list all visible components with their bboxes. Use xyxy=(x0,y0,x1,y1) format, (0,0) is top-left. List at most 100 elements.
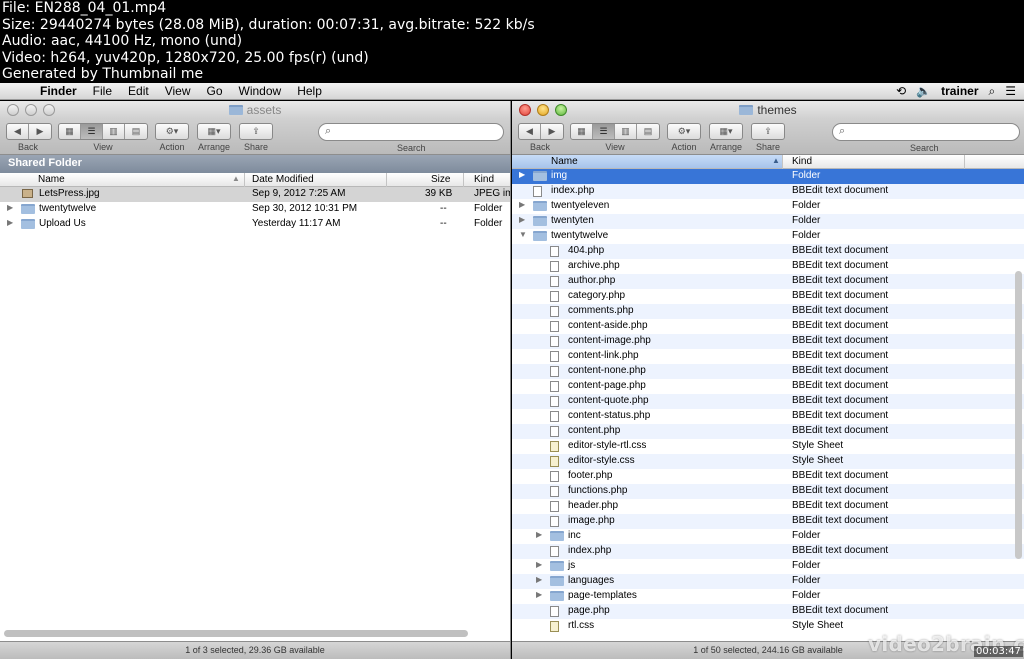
list-item[interactable]: content-status.php BBEdit text document xyxy=(512,409,1024,424)
spotlight-icon[interactable]: ⌕ xyxy=(989,84,996,99)
disclosure-triangle-icon[interactable]: ▶ xyxy=(536,560,542,569)
list-item[interactable]: editor-style.css Style Sheet xyxy=(512,454,1024,469)
list-item[interactable]: index.php BBEdit text document xyxy=(512,184,1024,199)
list-item[interactable]: author.php BBEdit text document xyxy=(512,274,1024,289)
file-name: content.php xyxy=(568,425,621,436)
column-view-button[interactable]: ▥ xyxy=(615,124,637,139)
notification-list-icon[interactable]: ☰ xyxy=(1005,84,1016,98)
sort-indicator-icon: ▲ xyxy=(772,156,780,165)
share-icon[interactable]: ⇪ xyxy=(752,124,784,139)
disclosure-triangle-icon[interactable]: ▶ xyxy=(519,200,525,209)
list-item[interactable]: content-none.php BBEdit text document xyxy=(512,364,1024,379)
disclosure-triangle-icon[interactable]: ▶ xyxy=(7,218,13,227)
user-menu[interactable]: trainer xyxy=(941,84,978,98)
arrange-icon[interactable]: ▦▾ xyxy=(198,124,230,139)
list-item[interactable]: ▶ page-templates Folder xyxy=(512,589,1024,604)
disclosure-triangle-icon[interactable]: ▶ xyxy=(519,215,525,224)
file-name: functions.php xyxy=(568,485,628,496)
list-item[interactable]: archive.php BBEdit text document xyxy=(512,259,1024,274)
forward-button[interactable]: ▶ xyxy=(29,124,51,139)
window-titlebar[interactable]: assets xyxy=(0,101,510,119)
icon-view-button[interactable]: ▦ xyxy=(571,124,593,139)
list-item[interactable]: content-aside.php BBEdit text document xyxy=(512,319,1024,334)
column-kind[interactable]: Kind xyxy=(792,156,812,167)
list-view-button[interactable]: ☰ xyxy=(81,124,103,139)
search-input[interactable]: ⌕ xyxy=(832,123,1020,141)
column-kind[interactable]: Kind xyxy=(474,174,494,185)
search-icon: ⌕ xyxy=(839,125,846,137)
file-kind: Folder xyxy=(792,230,821,241)
list-item[interactable]: content.php BBEdit text document xyxy=(512,424,1024,439)
list-item[interactable]: page.php BBEdit text document xyxy=(512,604,1024,619)
menu-app-finder[interactable]: Finder xyxy=(32,84,85,98)
list-item[interactable]: ▶ twentyeleven Folder xyxy=(512,199,1024,214)
file-name: content-status.php xyxy=(568,410,651,421)
list-item[interactable]: image.php BBEdit text document xyxy=(512,514,1024,529)
list-item[interactable]: ▶ img Folder xyxy=(512,169,1024,184)
list-item[interactable]: content-image.php BBEdit text document xyxy=(512,334,1024,349)
coverflow-view-button[interactable]: ▤ xyxy=(637,124,659,139)
icon-view-button[interactable]: ▦ xyxy=(59,124,81,139)
coverflow-view-button[interactable]: ▤ xyxy=(125,124,147,139)
menu-window[interactable]: Window xyxy=(231,84,290,98)
list-view-button[interactable]: ☰ xyxy=(593,124,615,139)
list-item[interactable]: ▶ inc Folder xyxy=(512,529,1024,544)
forward-button[interactable]: ▶ xyxy=(541,124,563,139)
column-name[interactable]: Name xyxy=(551,156,578,167)
arrange-icon[interactable]: ▦▾ xyxy=(710,124,742,139)
horizontal-scrollbar[interactable] xyxy=(4,630,468,637)
disclosure-triangle-icon[interactable]: ▶ xyxy=(536,530,542,539)
list-item[interactable]: ▼ twentytwelve Folder xyxy=(512,229,1024,244)
list-item[interactable]: ▶ js Folder xyxy=(512,559,1024,574)
action-gear-icon[interactable]: ⚙▾ xyxy=(156,124,188,139)
file-name: content-aside.php xyxy=(568,320,648,331)
list-item[interactable]: functions.php BBEdit text document xyxy=(512,484,1024,499)
action-gear-icon[interactable]: ⚙▾ xyxy=(668,124,700,139)
column-view-button[interactable]: ▥ xyxy=(103,124,125,139)
search-input[interactable]: ⌕ xyxy=(318,123,504,141)
share-label: Share xyxy=(243,142,269,152)
column-date-modified[interactable]: Date Modified xyxy=(252,174,314,185)
menu-file[interactable]: File xyxy=(85,84,120,98)
window-titlebar[interactable]: themes xyxy=(512,101,1024,119)
list-item[interactable]: LetsPress.jpg Sep 9, 2012 7:25 AM 39 KB … xyxy=(0,187,510,202)
column-size[interactable]: Size xyxy=(431,174,450,185)
back-button[interactable]: ◀ xyxy=(519,124,541,139)
vertical-scrollbar[interactable] xyxy=(1015,271,1022,559)
time-machine-icon[interactable]: ⟲ xyxy=(896,84,906,98)
menu-go[interactable]: Go xyxy=(199,84,231,98)
jpeg-file-icon xyxy=(22,189,33,198)
info-size: Size: 29440274 bytes (28.08 MiB), durati… xyxy=(2,16,535,33)
menu-view[interactable]: View xyxy=(157,84,199,98)
list-item[interactable]: ▶ twentyten Folder xyxy=(512,214,1024,229)
disclosure-triangle-icon[interactable]: ▼ xyxy=(519,230,527,239)
menu-edit[interactable]: Edit xyxy=(120,84,157,98)
list-item[interactable]: footer.php BBEdit text document xyxy=(512,469,1024,484)
list-item[interactable]: comments.php BBEdit text document xyxy=(512,304,1024,319)
finder-window-assets: assets ◀ ▶ Back ▦ ☰ ▥ ▤ View ⚙▾ Action ▦▾ Ar… xyxy=(0,101,511,659)
list-item[interactable]: ▶ twentytwelve Sep 30, 2012 10:31 PM -- … xyxy=(0,202,510,217)
disclosure-triangle-icon[interactable]: ▶ xyxy=(536,575,542,584)
list-item[interactable]: content-link.php BBEdit text document xyxy=(512,349,1024,364)
disclosure-triangle-icon[interactable]: ▶ xyxy=(519,170,525,179)
list-item[interactable]: 404.php BBEdit text document xyxy=(512,244,1024,259)
disclosure-triangle-icon[interactable]: ▶ xyxy=(7,203,13,212)
disclosure-triangle-icon[interactable]: ▶ xyxy=(536,590,542,599)
share-icon[interactable]: ⇪ xyxy=(240,124,272,139)
list-item[interactable]: content-quote.php BBEdit text document xyxy=(512,394,1024,409)
list-item[interactable]: header.php BBEdit text document xyxy=(512,499,1024,514)
document-file-icon xyxy=(550,471,559,482)
folder-icon xyxy=(550,576,564,586)
list-item[interactable]: editor-style-rtl.css Style Sheet xyxy=(512,439,1024,454)
volume-icon[interactable]: 🔈 xyxy=(916,84,931,98)
menu-help[interactable]: Help xyxy=(289,84,330,98)
list-item[interactable]: category.php BBEdit text document xyxy=(512,289,1024,304)
file-kind: Folder xyxy=(792,200,821,211)
list-item[interactable]: ▶ Upload Us Yesterday 11:17 AM -- Folder xyxy=(0,217,510,232)
list-item[interactable]: content-page.php BBEdit text document xyxy=(512,379,1024,394)
list-item[interactable]: index.php BBEdit text document xyxy=(512,544,1024,559)
list-item[interactable]: ▶ languages Folder xyxy=(512,574,1024,589)
back-button[interactable]: ◀ xyxy=(7,124,29,139)
document-file-icon xyxy=(550,276,559,287)
column-name[interactable]: Name xyxy=(38,174,65,185)
